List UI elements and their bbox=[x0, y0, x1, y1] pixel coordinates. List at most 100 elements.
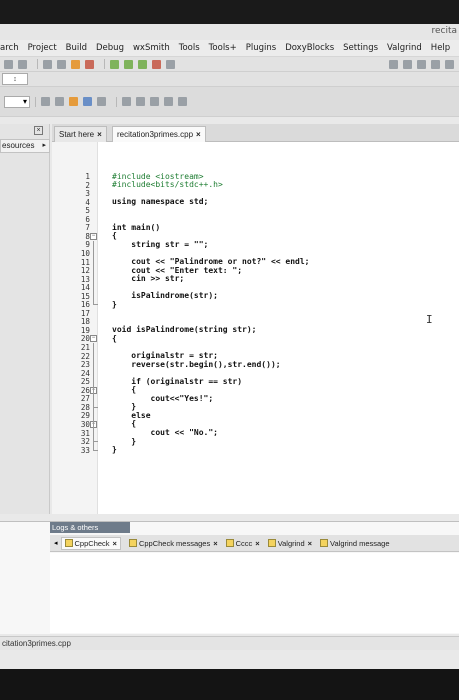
comment-icon[interactable] bbox=[122, 97, 131, 106]
tab-label: CppCheck bbox=[74, 538, 110, 548]
stream-comment-icon[interactable] bbox=[164, 97, 173, 106]
code-line[interactable]: #include<bits/stdc++.h> bbox=[112, 180, 223, 189]
scope-combo[interactable]: ↕ bbox=[2, 73, 28, 85]
tab-label: recitation3primes.cpp bbox=[117, 130, 194, 139]
menu-bar: arch Project Build Debug wxSmith Tools T… bbox=[0, 40, 459, 57]
code-editor[interactable]: 1 2 3 4 5 6 7 8 9 10 11 12 13 14 15 16 17 18 19 20 21 22 23 24 2… bbox=[52, 142, 459, 514]
tab-label: CppCheck messages bbox=[138, 538, 211, 548]
tab-valgrind[interactable]: Valgrind × bbox=[267, 539, 312, 548]
logs-content[interactable] bbox=[50, 553, 459, 633]
window-title: recita bbox=[431, 26, 457, 36]
build-icon[interactable] bbox=[110, 59, 119, 69]
rebuild-icon[interactable] bbox=[152, 59, 161, 69]
uncomment-icon[interactable] bbox=[136, 97, 145, 106]
close-icon[interactable]: × bbox=[34, 126, 43, 135]
code-line[interactable]: int main() bbox=[112, 223, 160, 232]
close-icon[interactable]: × bbox=[255, 539, 259, 548]
jump-forward-icon[interactable] bbox=[55, 97, 64, 106]
paste-icon[interactable] bbox=[71, 59, 80, 69]
fold-toggle-icon[interactable]: − bbox=[90, 335, 97, 343]
undo-icon[interactable] bbox=[4, 59, 13, 69]
code-line[interactable]: } bbox=[112, 300, 117, 309]
log-icon bbox=[64, 539, 73, 547]
fold-guide-end bbox=[93, 441, 98, 443]
copy-icon[interactable] bbox=[57, 59, 66, 69]
fold-toggle-icon[interactable]: − bbox=[90, 232, 97, 240]
debug-step-icon[interactable] bbox=[417, 59, 426, 69]
match-brace-icon[interactable] bbox=[97, 97, 106, 106]
menu-debug[interactable]: Debug bbox=[96, 43, 124, 53]
code-line[interactable]: } bbox=[112, 445, 117, 454]
abort-icon[interactable] bbox=[166, 59, 175, 69]
code-completion-toolbar: ↕ bbox=[0, 72, 459, 87]
menu-valgrind[interactable]: Valgrind bbox=[387, 43, 422, 53]
code-line[interactable]: using namespace std; bbox=[112, 197, 208, 206]
box-comment-icon[interactable] bbox=[178, 97, 187, 106]
title-bar: recita bbox=[0, 24, 459, 40]
build-and-run-icon[interactable] bbox=[138, 59, 147, 69]
tab-label: Start here bbox=[59, 130, 95, 139]
find-icon[interactable] bbox=[85, 59, 94, 69]
redo-icon[interactable] bbox=[18, 59, 27, 69]
close-icon[interactable]: × bbox=[97, 130, 102, 139]
code-line[interactable]: void isPalindrome(string str); bbox=[112, 325, 257, 334]
tab-cppcheck-messages[interactable]: CppCheck messages × bbox=[128, 538, 218, 548]
fold-guide-end bbox=[93, 406, 98, 408]
close-icon[interactable]: × bbox=[308, 539, 312, 548]
menu-tools-plus[interactable]: Tools+ bbox=[209, 43, 237, 53]
menu-doxyblocks[interactable]: DoxyBlocks bbox=[285, 43, 334, 53]
tab-label: Cccc bbox=[235, 538, 253, 548]
log-icon bbox=[320, 539, 329, 547]
log-icon bbox=[225, 539, 234, 547]
menu-project[interactable]: Project bbox=[28, 43, 57, 53]
code-line[interactable]: string str = ""; bbox=[112, 240, 208, 249]
tab-resources[interactable]: esources ▸ bbox=[0, 139, 50, 153]
tab-label: Valgrind message bbox=[330, 538, 390, 548]
text-cursor-icon: I bbox=[426, 313, 433, 326]
chevron-right-icon: ▸ bbox=[42, 142, 46, 149]
tab-valgrind-messages[interactable]: Valgrind message bbox=[320, 538, 390, 548]
tab-start-here[interactable]: Start here × bbox=[54, 126, 107, 142]
toggle-comment-icon[interactable] bbox=[150, 97, 159, 106]
debug-next-icon[interactable] bbox=[403, 59, 412, 69]
tab-cccc[interactable]: Cccc × bbox=[225, 538, 260, 548]
fold-guide-end bbox=[93, 449, 98, 451]
debug-stop-icon[interactable] bbox=[445, 59, 454, 69]
logs-tab-bar: ◂ CppCheck × CppCheck messages × Cccc × Val… bbox=[50, 535, 459, 552]
monitor-bezel-bottom bbox=[0, 669, 459, 700]
menu-settings[interactable]: Settings bbox=[343, 43, 378, 53]
menu-plugins[interactable]: Plugins bbox=[246, 43, 276, 53]
menu-help[interactable]: Help bbox=[431, 43, 450, 53]
menu-search[interactable]: arch bbox=[0, 43, 19, 53]
status-bar: citation3primes.cpp bbox=[0, 636, 459, 650]
tab-label: esources bbox=[2, 141, 35, 150]
debug-continue-icon[interactable] bbox=[389, 59, 398, 69]
close-icon[interactable]: × bbox=[113, 539, 117, 548]
tab-recitation3primes[interactable]: recitation3primes.cpp × bbox=[112, 126, 206, 142]
menu-build[interactable]: Build bbox=[66, 43, 87, 53]
cut-icon[interactable] bbox=[43, 59, 52, 69]
logs-title: Logs & others bbox=[50, 522, 130, 533]
menu-tools[interactable]: Tools bbox=[179, 43, 200, 53]
menu-wxsmith[interactable]: wxSmith bbox=[133, 43, 170, 53]
target-dropdown[interactable]: ▾ bbox=[4, 95, 30, 108]
logs-panel: Logs & others ◂ CppCheck × CppCheck messa… bbox=[0, 521, 459, 634]
code-line[interactable]: reverse(str.begin(),str.end()); bbox=[112, 360, 280, 369]
jump-back-icon[interactable] bbox=[41, 97, 50, 106]
highlight-icon[interactable] bbox=[69, 97, 78, 106]
run-icon[interactable] bbox=[124, 59, 133, 69]
tab-cppcheck[interactable]: CppCheck × bbox=[60, 536, 121, 550]
close-icon[interactable]: × bbox=[196, 130, 201, 139]
fold-guide bbox=[93, 240, 94, 306]
code-line[interactable]: cin >> str; bbox=[112, 274, 184, 283]
management-panel: × esources ▸ bbox=[0, 124, 50, 514]
bookmark-icon[interactable] bbox=[83, 97, 92, 106]
code-line[interactable]: { bbox=[112, 334, 117, 343]
chevron-left-icon[interactable]: ◂ bbox=[54, 539, 58, 547]
debug-out-icon[interactable] bbox=[431, 59, 440, 69]
code-line[interactable]: isPalindrome(str); bbox=[112, 291, 218, 300]
close-icon[interactable]: × bbox=[213, 539, 217, 548]
ide-window: recita arch Project Build Debug wxSmith … bbox=[0, 24, 459, 669]
line-number: 33 bbox=[80, 445, 90, 455]
monitor-bezel-top bbox=[0, 0, 459, 24]
